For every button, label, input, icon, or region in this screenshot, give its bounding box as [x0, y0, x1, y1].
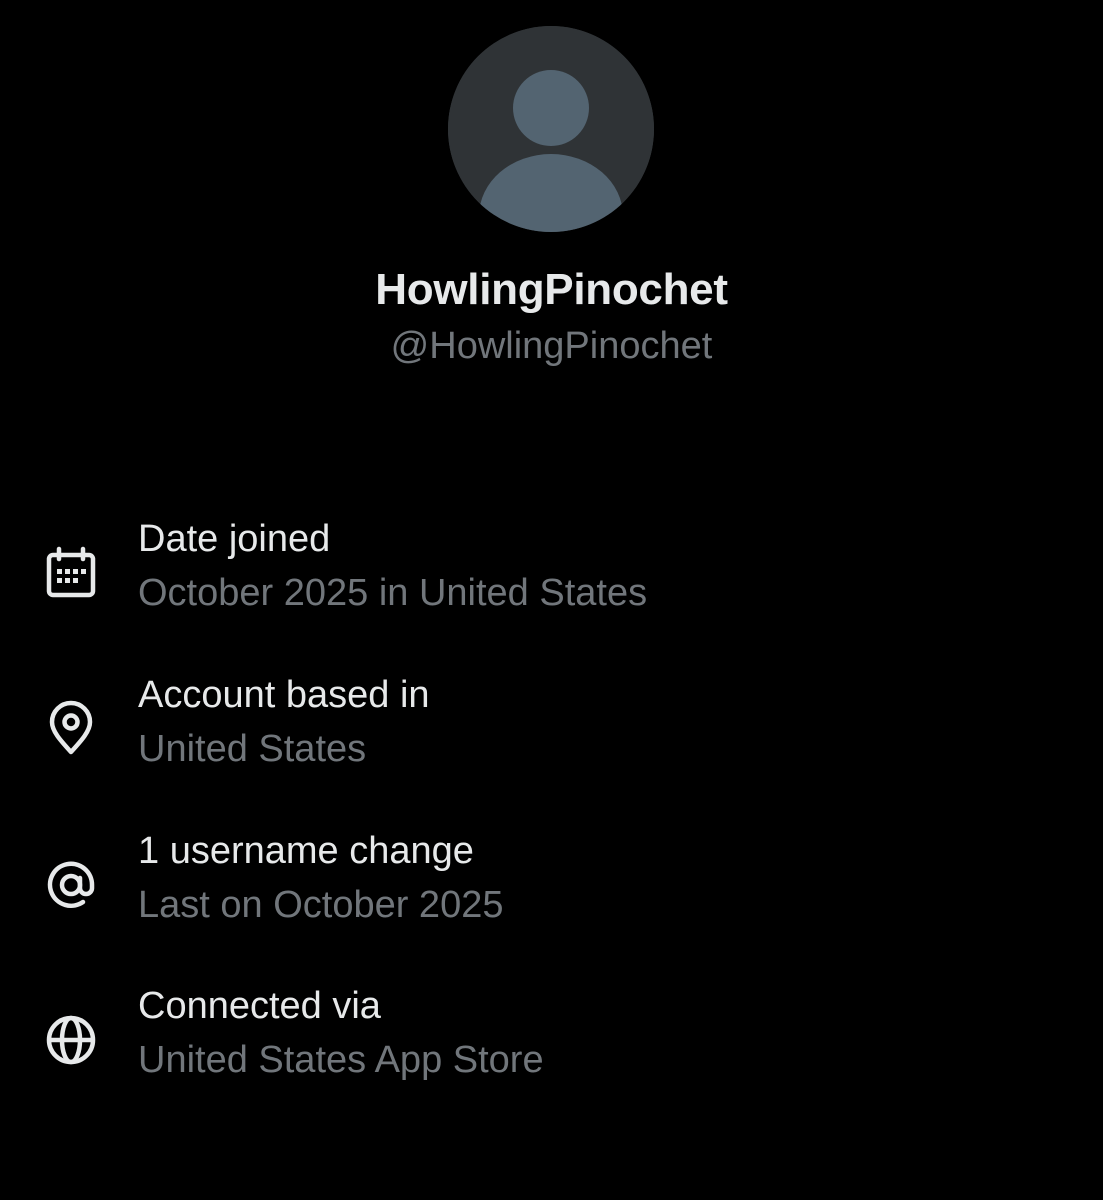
info-value: October 2025 in United States — [138, 572, 648, 614]
location-pin-icon — [42, 700, 100, 758]
info-row-date-joined: Date joined October 2025 in United State… — [0, 514, 1103, 634]
info-title: Connected via — [138, 985, 381, 1027]
info-title: 1 username change — [138, 830, 474, 872]
display-name: HowlingPinochet — [375, 265, 728, 314]
info-title: Date joined — [138, 518, 331, 560]
info-value: Last on October 2025 — [138, 884, 504, 926]
globe-icon — [42, 1011, 100, 1069]
info-value: United States App Store — [138, 1039, 544, 1081]
info-row-connected-via: Connected via United States App Store — [0, 981, 1103, 1101]
avatar-placeholder-icon — [448, 26, 654, 232]
info-value: United States — [138, 728, 367, 770]
info-row-username-change: 1 username change Last on October 2025 — [0, 826, 1103, 946]
info-title: Account based in — [138, 674, 430, 716]
info-row-account-based-in: Account based in United States — [0, 670, 1103, 790]
calendar-icon — [42, 544, 100, 602]
username-handle: @HowlingPinochet — [390, 325, 713, 367]
profile-avatar[interactable] — [448, 26, 654, 232]
at-sign-icon — [42, 856, 100, 914]
